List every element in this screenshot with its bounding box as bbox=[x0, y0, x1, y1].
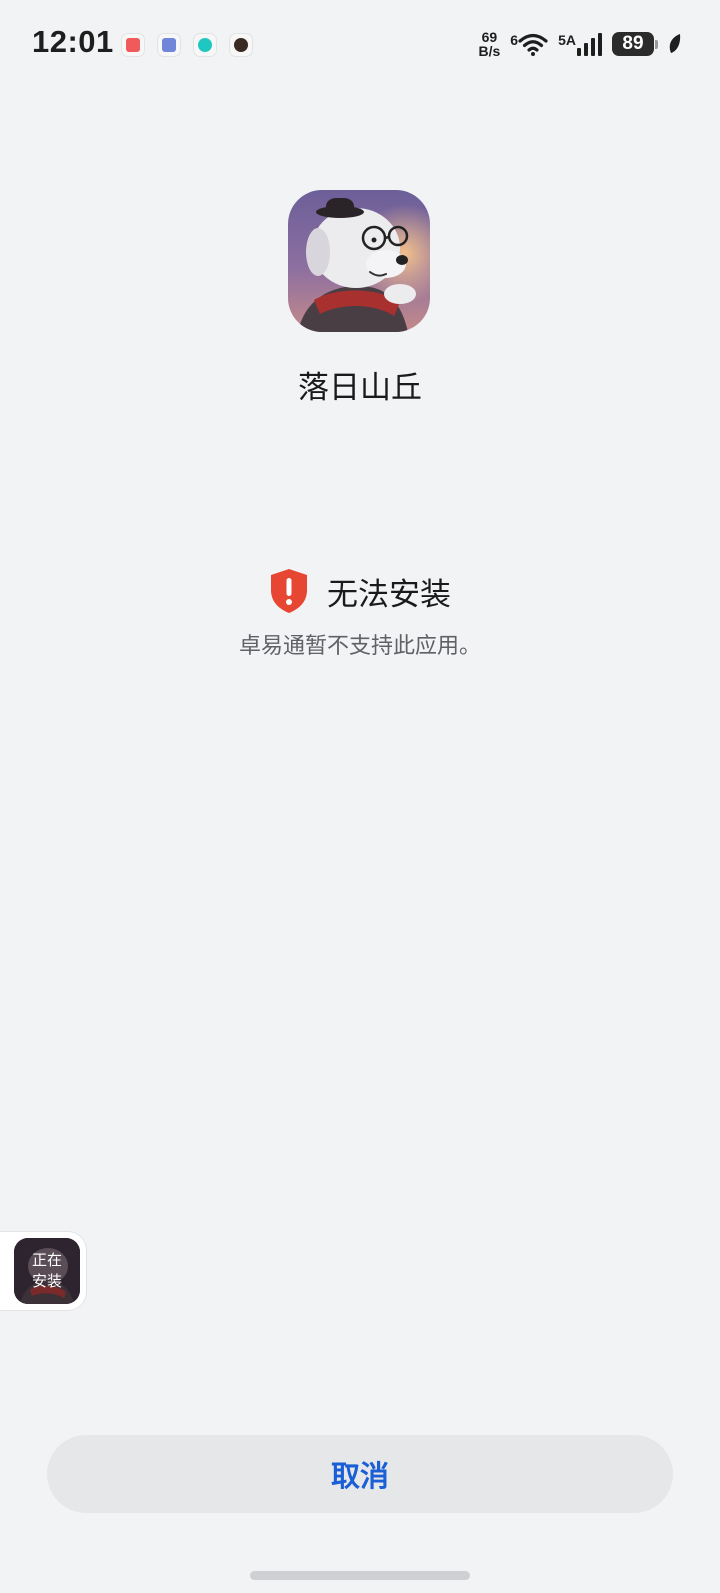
shield-warning-icon bbox=[271, 569, 307, 613]
network-speed-value: 69 bbox=[481, 29, 498, 45]
installing-line-2: 安装 bbox=[31, 1272, 62, 1290]
notification-icons bbox=[122, 34, 252, 56]
battery-cap bbox=[655, 39, 658, 49]
status-indicators: 69 B/s 6 5A 89 bbox=[479, 30, 683, 58]
installing-status-text: 正在 安装 bbox=[14, 1238, 80, 1304]
cellular-status: 5A bbox=[558, 32, 602, 56]
wifi-status: 6 bbox=[510, 32, 548, 56]
installing-floating-widget[interactable]: 正在 安装 bbox=[0, 1232, 86, 1310]
battery-indicator: 89 bbox=[612, 32, 658, 56]
app-artwork-illustration bbox=[288, 190, 430, 332]
app-red-icon bbox=[122, 34, 144, 56]
clock: 12:01 bbox=[32, 24, 114, 59]
install-error-header: 无法安装 bbox=[0, 568, 720, 614]
installing-line-1: 正在 bbox=[31, 1251, 62, 1269]
error-title: 无法安装 bbox=[327, 576, 451, 613]
network-speed: 69 B/s bbox=[479, 30, 501, 58]
app-name: 落日山丘 bbox=[298, 370, 422, 406]
home-indicator[interactable] bbox=[250, 1571, 470, 1580]
installing-app-thumbnail: 正在 安装 bbox=[14, 1238, 80, 1304]
taptap-icon bbox=[194, 34, 216, 56]
signal-label: 5A bbox=[558, 32, 576, 48]
signal-icon bbox=[577, 33, 602, 56]
game-icon bbox=[230, 34, 252, 56]
error-description: 卓易通暂不支持此应用。 bbox=[238, 634, 481, 659]
status-bar: 12:01 69 B/s 6 5A 89 bbox=[0, 0, 720, 90]
app-blue-icon bbox=[158, 34, 180, 56]
wifi-icon bbox=[518, 33, 548, 56]
network-speed-unit: B/s bbox=[478, 43, 501, 59]
cancel-button[interactable]: 取消 bbox=[47, 1435, 673, 1513]
app-icon bbox=[288, 190, 430, 332]
battery-level: 89 bbox=[612, 32, 654, 56]
wifi-label: 6 bbox=[510, 32, 519, 48]
power-saving-leaf-icon bbox=[669, 34, 681, 53]
